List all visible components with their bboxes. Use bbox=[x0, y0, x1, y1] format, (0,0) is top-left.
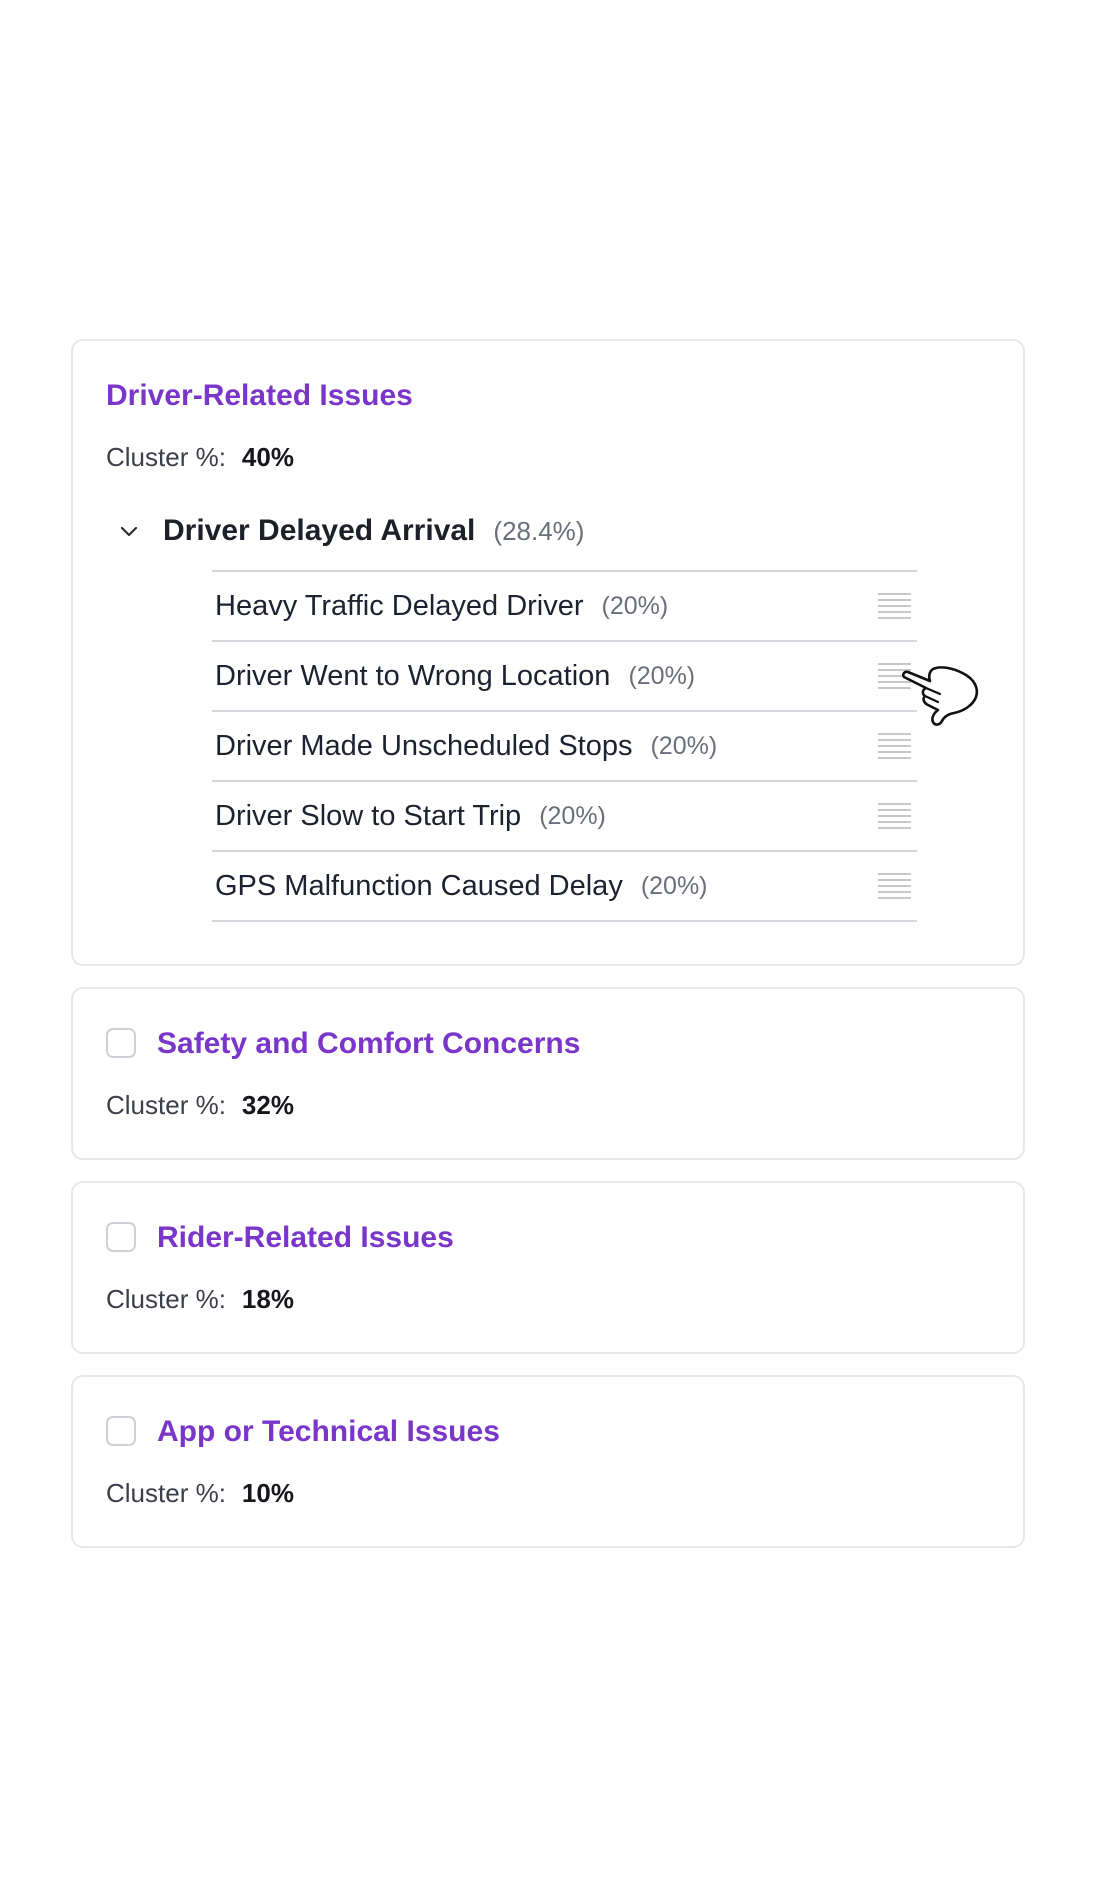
drag-handle-icon[interactable] bbox=[878, 593, 911, 619]
cluster-percent-label: Cluster %: bbox=[106, 1090, 226, 1120]
list-item[interactable]: Heavy Traffic Delayed Driver (20%) bbox=[212, 572, 917, 642]
cluster-meta: Cluster %: 18% bbox=[106, 1286, 294, 1312]
subcluster-percent: (28.4%) bbox=[493, 515, 585, 546]
cluster-checkbox[interactable] bbox=[106, 1028, 136, 1058]
subcluster-title: Driver Delayed Arrival bbox=[163, 514, 476, 547]
item-percent: (20%) bbox=[650, 731, 718, 760]
cluster-checkbox[interactable] bbox=[106, 1416, 136, 1446]
drag-handle-icon[interactable] bbox=[878, 803, 911, 829]
cluster-card-safety-comfort: Safety and Comfort Concerns Cluster %: 32… bbox=[71, 987, 1025, 1160]
subcluster-toggle[interactable]: Driver Delayed Arrival (28.4%) bbox=[117, 511, 584, 551]
item-percent: (20%) bbox=[539, 801, 606, 830]
cluster-checkbox[interactable] bbox=[106, 1222, 136, 1252]
cluster-percent-value: 10% bbox=[241, 1478, 294, 1508]
hand-pointer-icon bbox=[901, 666, 979, 726]
cluster-title[interactable]: Driver-Related Issues bbox=[106, 381, 413, 411]
cluster-percent-value: 18% bbox=[241, 1284, 294, 1314]
cluster-title[interactable]: Safety and Comfort Concerns bbox=[157, 1029, 580, 1059]
item-label: Driver Went to Wrong Location bbox=[215, 659, 611, 692]
cluster-percent-label: Cluster %: bbox=[106, 442, 226, 472]
list-item[interactable]: Driver Slow to Start Trip (20%) bbox=[212, 782, 917, 852]
item-label: Heavy Traffic Delayed Driver bbox=[215, 589, 584, 622]
drag-handle-icon[interactable] bbox=[878, 873, 911, 899]
item-percent: (20%) bbox=[628, 661, 696, 690]
subcluster-item-list: Heavy Traffic Delayed Driver (20%) Drive… bbox=[212, 570, 917, 922]
item-percent: (20%) bbox=[640, 871, 708, 900]
cluster-meta: Cluster %: 40% bbox=[106, 444, 294, 470]
chevron-down-icon bbox=[120, 526, 138, 537]
cluster-card-rider-related: Rider-Related Issues Cluster %: 18% bbox=[71, 1181, 1025, 1354]
cluster-meta: Cluster %: 32% bbox=[106, 1092, 294, 1118]
cluster-percent-value: 32% bbox=[241, 1090, 294, 1120]
item-label: Driver Slow to Start Trip bbox=[215, 799, 522, 832]
drag-handle-icon[interactable] bbox=[878, 733, 911, 759]
item-label: GPS Malfunction Caused Delay bbox=[215, 869, 623, 902]
cluster-percent-label: Cluster %: bbox=[106, 1478, 226, 1508]
list-item[interactable]: Driver Made Unscheduled Stops (20%) bbox=[212, 712, 917, 782]
item-percent: (20%) bbox=[601, 591, 669, 620]
cluster-percent-value: 40% bbox=[241, 442, 294, 472]
cluster-title[interactable]: App or Technical Issues bbox=[157, 1417, 500, 1447]
cluster-card-app-technical: App or Technical Issues Cluster %: 10% bbox=[71, 1375, 1025, 1548]
cluster-card-driver-related: Driver-Related Issues Cluster %: 40% Driv… bbox=[71, 339, 1025, 966]
cluster-meta: Cluster %: 10% bbox=[106, 1480, 294, 1506]
cluster-title[interactable]: Rider-Related Issues bbox=[157, 1223, 454, 1253]
list-item[interactable]: Driver Went to Wrong Location (20%) bbox=[212, 642, 917, 712]
cluster-percent-label: Cluster %: bbox=[106, 1284, 226, 1314]
item-label: Driver Made Unscheduled Stops bbox=[215, 729, 633, 762]
list-item[interactable]: GPS Malfunction Caused Delay (20%) bbox=[212, 852, 917, 922]
